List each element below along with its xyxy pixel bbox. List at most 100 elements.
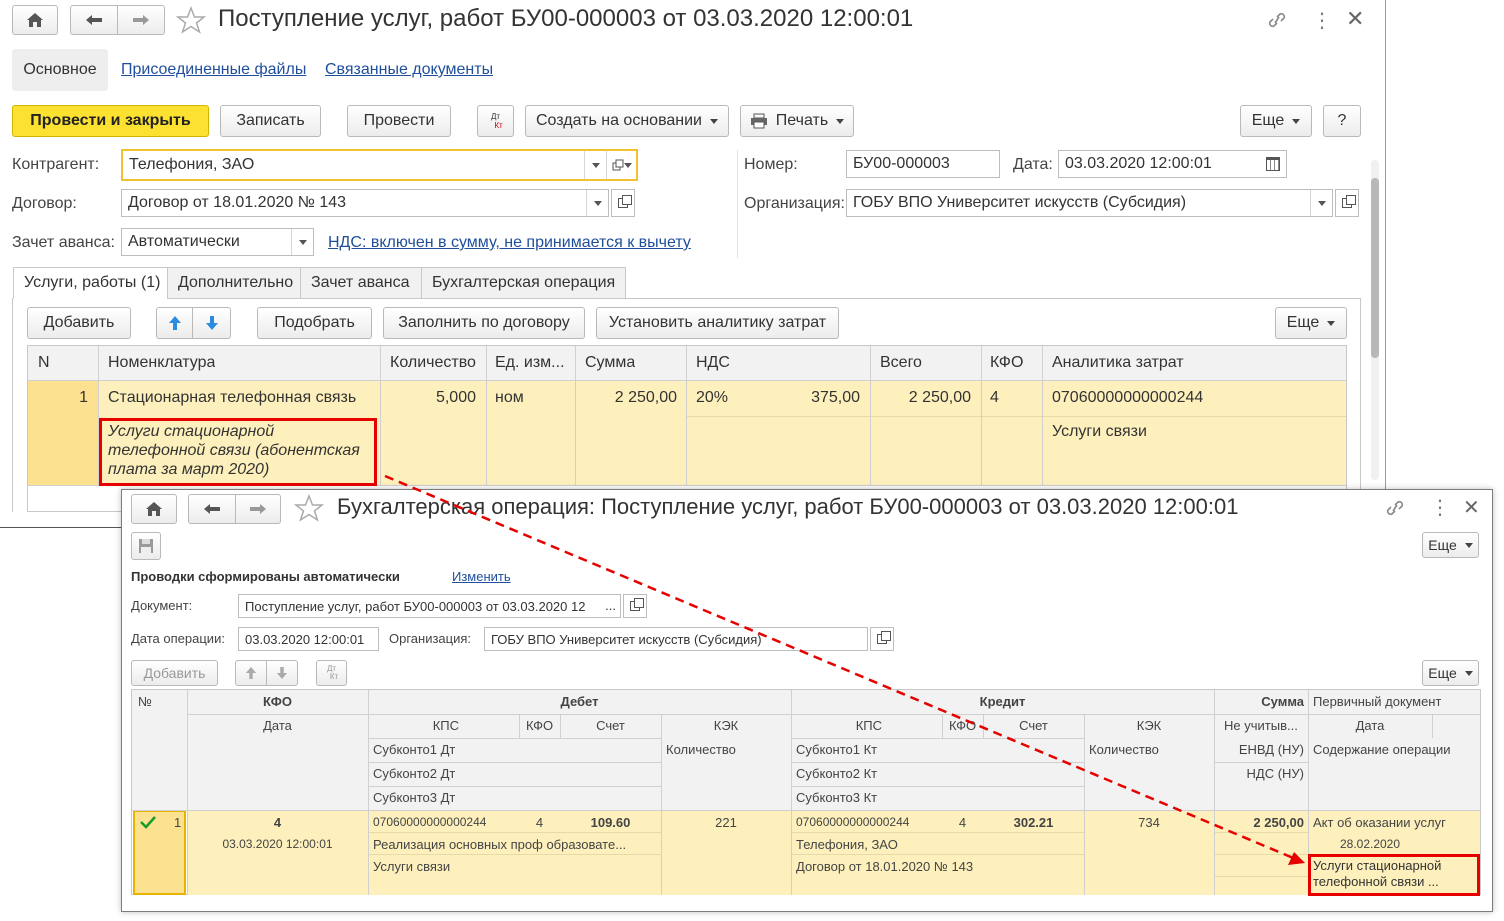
org-open-icon[interactable] [1335, 189, 1359, 217]
gh-content[interactable]: Содержание операции [1313, 742, 1451, 757]
gh-not-acc[interactable]: Не учитыв... [1224, 718, 1298, 733]
link-icon[interactable] [1266, 10, 1288, 30]
entry-dt-kps[interactable]: 07060000000000244 [373, 815, 486, 829]
number-field[interactable]: БУ00-000003 [846, 150, 1000, 178]
op-dtkt-button[interactable]: Дт Кт [316, 660, 347, 686]
gh-kt-kfo[interactable]: КФО [942, 718, 983, 733]
scrollbar[interactable] [1371, 160, 1379, 480]
op-back-button[interactable] [188, 494, 236, 524]
move-down-button[interactable] [192, 307, 231, 339]
entry-kt-kps[interactable]: 07060000000000244 [796, 815, 909, 829]
op-date-field[interactable]: 03.03.2020 12:00:01 [238, 627, 379, 651]
row-kfo[interactable]: 4 [990, 389, 999, 407]
gh-kt-kps[interactable]: КПС [791, 718, 882, 733]
help-button[interactable]: ? [1323, 105, 1361, 137]
fill-by-contract-button[interactable]: Заполнить по договору [383, 307, 585, 339]
post-button[interactable]: Провести [347, 105, 451, 137]
gh-sum[interactable]: Сумма [1214, 694, 1304, 709]
gh-primary[interactable]: Первичный документ [1313, 694, 1441, 709]
col-header-qty[interactable]: Количество [390, 354, 476, 372]
entry-dt-kek[interactable]: 221 [661, 815, 791, 830]
gh-primary-date[interactable]: Дата [1308, 718, 1432, 733]
col-header-n[interactable]: N [38, 354, 50, 372]
close-icon[interactable]: ✕ [1463, 495, 1480, 520]
gh-dt-kek[interactable]: КЭК [661, 718, 791, 733]
nav-tab-attached-files[interactable]: Присоединенные файлы [121, 61, 306, 79]
row-unit[interactable]: ном [495, 389, 524, 407]
gh-dt-qty[interactable]: Количество [666, 742, 736, 757]
gh-dt-kps[interactable]: КПС [368, 718, 459, 733]
advance-field[interactable]: Автоматически [121, 228, 314, 256]
gh-kt-sub3[interactable]: Субконто3 Кт [796, 790, 877, 805]
op-forward-button[interactable] [235, 494, 281, 524]
document-field[interactable]: Поступление услуг, работ БУ00-000003 от … [238, 594, 621, 618]
set-analytics-button[interactable]: Установить аналитику затрат [596, 307, 839, 339]
entry-kt-account[interactable]: 302.21 [983, 815, 1084, 830]
save-button[interactable]: Записать [220, 105, 321, 137]
chevron-down-icon[interactable] [1310, 190, 1332, 216]
row-analytics-code[interactable]: 07060000000000244 [1052, 389, 1203, 407]
back-button[interactable] [70, 5, 118, 35]
col-header-kfo[interactable]: КФО [990, 354, 1023, 372]
col-header-unit[interactable]: Ед. изм... [495, 354, 565, 372]
scrollbar-thumb[interactable] [1371, 178, 1379, 358]
gh-kt-sub2[interactable]: Субконто2 Кт [796, 766, 877, 781]
entry-content[interactable]: Услуги стационарной телефонной связи ... [1313, 858, 1473, 890]
gh-kt-kek[interactable]: КЭК [1084, 718, 1214, 733]
nav-tab-related-docs[interactable]: Связанные документы [325, 61, 493, 79]
op-add-button[interactable]: Добавить [131, 660, 218, 686]
col-header-item[interactable]: Номенклатура [108, 354, 215, 372]
tab-additional[interactable]: Дополнительно [167, 267, 301, 299]
row-total[interactable]: 2 250,00 [870, 389, 971, 407]
add-row-button[interactable]: Добавить [27, 307, 131, 339]
nav-tab-main[interactable]: Основное [12, 49, 108, 91]
entry-dt-sub2[interactable]: Услуги связи [373, 859, 450, 874]
col-header-vat[interactable]: НДС [696, 354, 730, 372]
contract-open-icon[interactable] [611, 189, 635, 217]
open-icon[interactable] [606, 151, 636, 179]
gh-dt-kfo[interactable]: КФО [519, 718, 560, 733]
entry-kt-kfo[interactable]: 4 [942, 815, 983, 830]
home-button[interactable] [12, 5, 58, 35]
create-based-on-button[interactable]: Создать на основании [525, 105, 729, 137]
row-analytics-name[interactable]: Услуги связи [1052, 423, 1147, 441]
more-menu-icon[interactable]: ⋮ [1312, 8, 1332, 33]
entry-kt-kek[interactable]: 734 [1084, 815, 1214, 830]
col-header-sum[interactable]: Сумма [585, 354, 635, 372]
entry-primary-doc[interactable]: Акт об оказании услуг [1313, 815, 1446, 830]
org-field[interactable]: ГОБУ ВПО Университет искусств (Субсидия) [846, 189, 1333, 217]
gh-kt-sub1[interactable]: Субконто1 Кт [796, 742, 877, 757]
row-vat-sum[interactable]: 375,00 [686, 389, 860, 407]
op-move-up-button[interactable] [235, 660, 267, 686]
entry-kt-sub2[interactable]: Договор от 18.01.2020 № 143 [796, 859, 973, 874]
dtkt-button[interactable]: Дт Кт [477, 105, 514, 137]
op-home-button[interactable] [131, 494, 177, 524]
gh-kt-account[interactable]: Счет [983, 718, 1084, 733]
row-item[interactable]: Стационарная телефонная связь [108, 389, 356, 407]
row-sum[interactable]: 2 250,00 [575, 389, 677, 407]
gh-debit[interactable]: Дебет [368, 694, 791, 709]
gh-no[interactable]: № [138, 694, 152, 709]
col-header-analytics[interactable]: Аналитика затрат [1052, 354, 1184, 372]
gh-dt-sub3[interactable]: Субконто3 Дт [373, 790, 455, 805]
entry-kt-sub1[interactable]: Телефония, ЗАО [796, 837, 898, 852]
entry-date[interactable]: 03.03.2020 12:00:01 [187, 837, 368, 851]
pick-button[interactable]: Подобрать [257, 307, 372, 339]
gh-credit[interactable]: Кредит [791, 694, 1214, 709]
op-org-field[interactable]: ГОБУ ВПО Университет искусств (Субсидия) [484, 627, 868, 651]
star-icon[interactable] [294, 494, 324, 522]
more-button[interactable]: Еще [1240, 105, 1312, 137]
gh-dt-sub2[interactable]: Субконто2 Дт [373, 766, 455, 781]
link-icon[interactable] [1384, 498, 1406, 518]
op-more-button-top[interactable]: Еще [1422, 532, 1479, 558]
chevron-down-icon[interactable] [586, 190, 608, 216]
print-button[interactable]: Печать [740, 105, 854, 137]
post-and-close-button[interactable]: Провести и закрыть [12, 105, 209, 137]
contract-field[interactable]: Договор от 18.01.2020 № 143 [121, 189, 609, 217]
chevron-down-icon[interactable] [584, 151, 606, 179]
op-more-button[interactable]: Еще [1422, 660, 1479, 686]
entry-primary-date[interactable]: 28.02.2020 [1308, 837, 1432, 851]
table-more-button[interactable]: Еще [1275, 307, 1347, 339]
document-select-button[interactable]: ... [605, 598, 616, 613]
change-link[interactable]: Изменить [452, 569, 511, 584]
